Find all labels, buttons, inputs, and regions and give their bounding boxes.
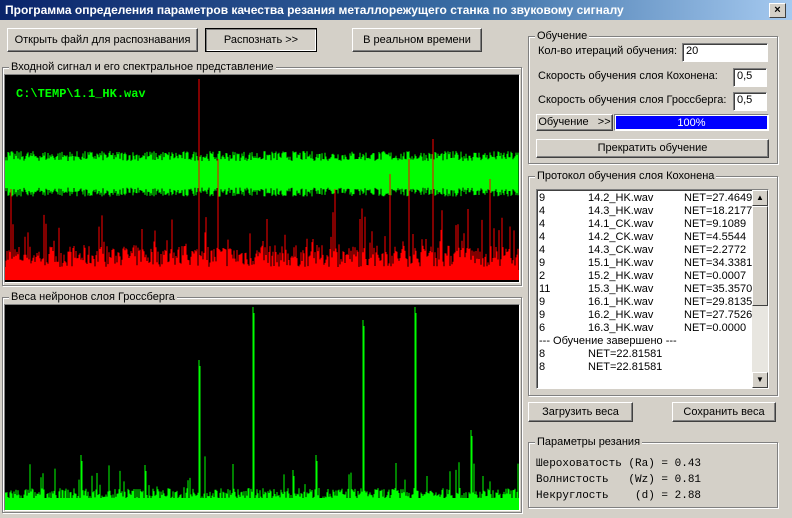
scroll-thumb[interactable] bbox=[752, 206, 768, 306]
spectrum-base bbox=[5, 270, 519, 280]
weights-group-title: Веса нейронов слоя Гроссберга bbox=[9, 291, 177, 303]
open-file-button[interactable]: Открыть файл для распознавания bbox=[7, 28, 198, 52]
row-file: 14.2_HK.wav bbox=[588, 192, 654, 204]
row-net: NET=27.7526 bbox=[684, 309, 753, 321]
row-index: 4 bbox=[539, 205, 546, 217]
result-net: NET=22.81581 bbox=[588, 348, 663, 360]
row-file: 15.2_HK.wav bbox=[588, 270, 654, 282]
row-net: NET=35.3570 bbox=[684, 283, 753, 295]
row-index: 9 bbox=[539, 257, 546, 269]
row-index: 9 bbox=[539, 296, 546, 308]
weights-trace bbox=[5, 307, 519, 505]
result-index: 8 bbox=[539, 348, 546, 360]
row-net: NET=0.0007 bbox=[684, 270, 747, 282]
row-file: 16.1_HK.wav bbox=[588, 296, 654, 308]
realtime-button[interactable]: В реальном времени bbox=[352, 28, 482, 52]
title-bar: Программа определения параметров качеств… bbox=[0, 0, 792, 20]
close-button[interactable]: × bbox=[769, 3, 786, 18]
kohonen-rate-label: Скорость обучения слоя Кохонена: bbox=[538, 70, 718, 82]
training-group-title: Обучение bbox=[535, 30, 590, 42]
training-progress-bar: 100% bbox=[614, 114, 769, 131]
row-index: 6 bbox=[539, 322, 546, 334]
row-index: 9 bbox=[539, 309, 546, 321]
waviness-line: Волнистость (Wz) = 0.81 bbox=[536, 474, 702, 486]
weights-base bbox=[5, 498, 519, 510]
row-net: NET=29.8135 bbox=[684, 296, 753, 308]
grossberg-rate-label: Скорость обучения слоя Гроссберга: bbox=[538, 94, 727, 106]
roughness-line: Шероховатость (Ra) = 0.43 bbox=[536, 458, 702, 470]
roundness-line: Некруглость (d) = 2.88 bbox=[536, 490, 702, 502]
train-button[interactable]: Обучение >> bbox=[536, 114, 613, 131]
row-index: 11 bbox=[539, 283, 551, 295]
row-net: NET=27.4649 bbox=[684, 192, 753, 204]
kohonen-rate-field[interactable]: 0,5 bbox=[733, 68, 767, 87]
row-file: 16.3_HK.wav bbox=[588, 322, 654, 334]
row-index: 4 bbox=[539, 244, 546, 256]
row-net: NET=18.2177 bbox=[684, 205, 753, 217]
signal-group-title: Входной сигнал и его спектральное предст… bbox=[9, 61, 276, 73]
row-file: 14.3_CK.wav bbox=[588, 244, 654, 256]
row-net: NET=0.0000 bbox=[684, 322, 747, 334]
signal-trace bbox=[5, 151, 519, 197]
scroll-up-icon[interactable]: ▲ bbox=[752, 190, 768, 206]
row-file: 15.3_HK.wav bbox=[588, 283, 654, 295]
signal-plot bbox=[5, 79, 519, 280]
row-net: NET=34.3381 bbox=[684, 257, 753, 269]
result-index: 8 bbox=[539, 361, 546, 373]
row-net: NET=9.1089 bbox=[684, 218, 747, 230]
load-weights-button[interactable]: Загрузить веса bbox=[528, 402, 633, 422]
row-file: 16.2_HK.wav bbox=[588, 309, 654, 321]
protocol-list[interactable]: 9 14.2_HK.wav NET=27.4649 4 14.3_HK.wav NET=1… bbox=[536, 189, 769, 389]
stop-training-button[interactable]: Прекратить обучение bbox=[536, 139, 769, 158]
row-index: 2 bbox=[539, 270, 546, 282]
progress-text: 100% bbox=[677, 117, 706, 129]
row-index: 4 bbox=[539, 218, 546, 230]
iterations-label: Кол-во итераций обучения: bbox=[538, 45, 678, 57]
cut-params-title: Параметры резания bbox=[535, 436, 643, 448]
result-net: NET=22.81581 bbox=[588, 361, 663, 373]
row-file: 14.2_CK.wav bbox=[588, 231, 654, 243]
protocol-scrollbar[interactable]: ▲ ▼ bbox=[752, 190, 768, 388]
grossberg-rate-field[interactable]: 0,5 bbox=[733, 92, 767, 111]
window-title: Программа определения параметров качеств… bbox=[5, 3, 624, 17]
file-path-label: C:\TEMP\1.1_HK.wav bbox=[16, 87, 146, 101]
row-index: 4 bbox=[539, 231, 546, 243]
iterations-field[interactable]: 20 bbox=[682, 43, 768, 62]
signal-display: C:\TEMP\1.1_HK.wav bbox=[4, 74, 520, 283]
row-file: 14.3_HK.wav bbox=[588, 205, 654, 217]
weights-plot bbox=[5, 307, 519, 510]
recognize-button[interactable]: Распознать >> bbox=[205, 28, 317, 52]
scroll-down-icon[interactable]: ▼ bbox=[752, 372, 768, 388]
row-index: 9 bbox=[539, 192, 546, 204]
save-weights-button[interactable]: Сохранить веса bbox=[672, 402, 776, 422]
row-file: 14.1_CK.wav bbox=[588, 218, 654, 230]
protocol-done-line: --- Обучение завершено --- bbox=[539, 335, 677, 347]
weights-display bbox=[4, 304, 520, 511]
protocol-group-title: Протокол обучения слоя Кохонена bbox=[535, 170, 717, 182]
row-net: NET=4.5544 bbox=[684, 231, 747, 243]
row-net: NET=2.2772 bbox=[684, 244, 747, 256]
row-file: 15.1_HK.wav bbox=[588, 257, 654, 269]
